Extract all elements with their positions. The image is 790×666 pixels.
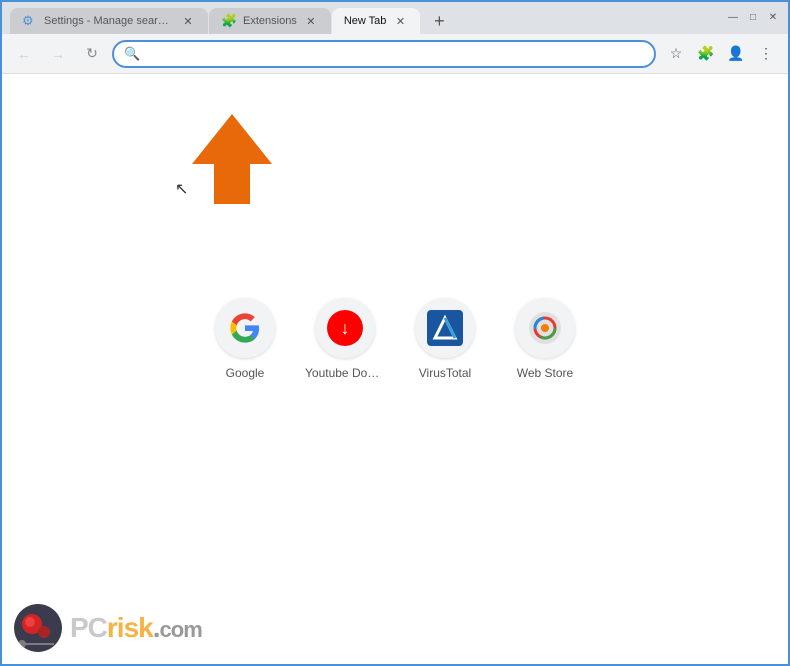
title-bar: ⚙ Settings - Manage search engi... ✕ 🧩 E… [2, 2, 788, 34]
webstore-icon-container [515, 298, 575, 358]
google-label: Google [226, 366, 265, 380]
settings-tab-close[interactable]: ✕ [180, 13, 196, 29]
webstore-label: Web Store [517, 366, 573, 380]
webstore-icon [527, 310, 563, 346]
google-icon [229, 312, 261, 344]
new-tab-button[interactable]: + [425, 8, 453, 34]
shortcut-google[interactable]: Google [205, 298, 285, 380]
close-button[interactable]: ✕ [766, 10, 780, 24]
back-button[interactable]: ← [10, 40, 38, 68]
search-icon: 🔍 [124, 46, 140, 62]
pcrisk-ball-graphic [14, 604, 62, 652]
virustotal-icon [427, 310, 463, 346]
shortcut-webstore[interactable]: Web Store [505, 298, 585, 380]
tab-settings[interactable]: ⚙ Settings - Manage search engi... ✕ [10, 8, 208, 34]
toolbar: ← → ↻ 🔍 ☆ 🧩 👤 ⋮ [2, 34, 788, 74]
virustotal-icon-container [415, 298, 475, 358]
pcrisk-logo-ball [14, 604, 62, 652]
minimize-button[interactable]: — [726, 10, 740, 24]
youtube-dl-label: Youtube Dow... [305, 366, 385, 380]
extensions-tab-label: Extensions [243, 15, 297, 27]
reload-button[interactable]: ↻ [78, 40, 106, 68]
newtab-tab-close[interactable]: ✕ [392, 13, 408, 29]
maximize-button[interactable]: □ [746, 10, 760, 24]
bookmark-button[interactable]: ☆ [662, 40, 690, 68]
pcrisk-text: PCrisk.com [70, 614, 202, 642]
forward-button[interactable]: → [44, 40, 72, 68]
window-controls: — □ ✕ [726, 10, 780, 24]
shortcut-youtube-dl[interactable]: ↓ Youtube Dow... [305, 298, 385, 380]
settings-tab-label: Settings - Manage search engi... [44, 15, 174, 27]
extensions-button[interactable]: 🧩 [692, 40, 720, 68]
extensions-tab-close[interactable]: ✕ [303, 13, 319, 29]
shortcuts-grid: Google ↓ Youtube Dow... [205, 298, 585, 380]
address-bar[interactable]: 🔍 [112, 40, 656, 68]
virustotal-label: VirusTotal [419, 366, 471, 380]
tab-newtab[interactable]: New Tab ✕ [332, 8, 421, 34]
google-icon-container [215, 298, 275, 358]
settings-tab-icon: ⚙ [22, 13, 38, 29]
tab-extensions[interactable]: 🧩 Extensions ✕ [209, 8, 331, 34]
youtube-dl-icon-container: ↓ [315, 298, 375, 358]
content-area: ↖ Google ↓ [2, 74, 788, 664]
arrow-annotation [192, 114, 272, 204]
pcrisk-watermark: PCrisk.com [14, 604, 202, 652]
youtube-dl-icon: ↓ [327, 310, 363, 346]
extensions-tab-icon: 🧩 [221, 13, 237, 29]
address-input[interactable] [146, 46, 644, 61]
browser-window: ⚙ Settings - Manage search engi... ✕ 🧩 E… [0, 0, 790, 666]
cursor: ↖ [175, 179, 188, 199]
newtab-tab-label: New Tab [344, 15, 387, 27]
profile-button[interactable]: 👤 [722, 40, 750, 68]
tabs-container: ⚙ Settings - Manage search engi... ✕ 🧩 E… [10, 2, 533, 34]
menu-button[interactable]: ⋮ [752, 40, 780, 68]
toolbar-actions: ☆ 🧩 👤 ⋮ [662, 40, 780, 68]
shortcut-virustotal[interactable]: VirusTotal [405, 298, 485, 380]
